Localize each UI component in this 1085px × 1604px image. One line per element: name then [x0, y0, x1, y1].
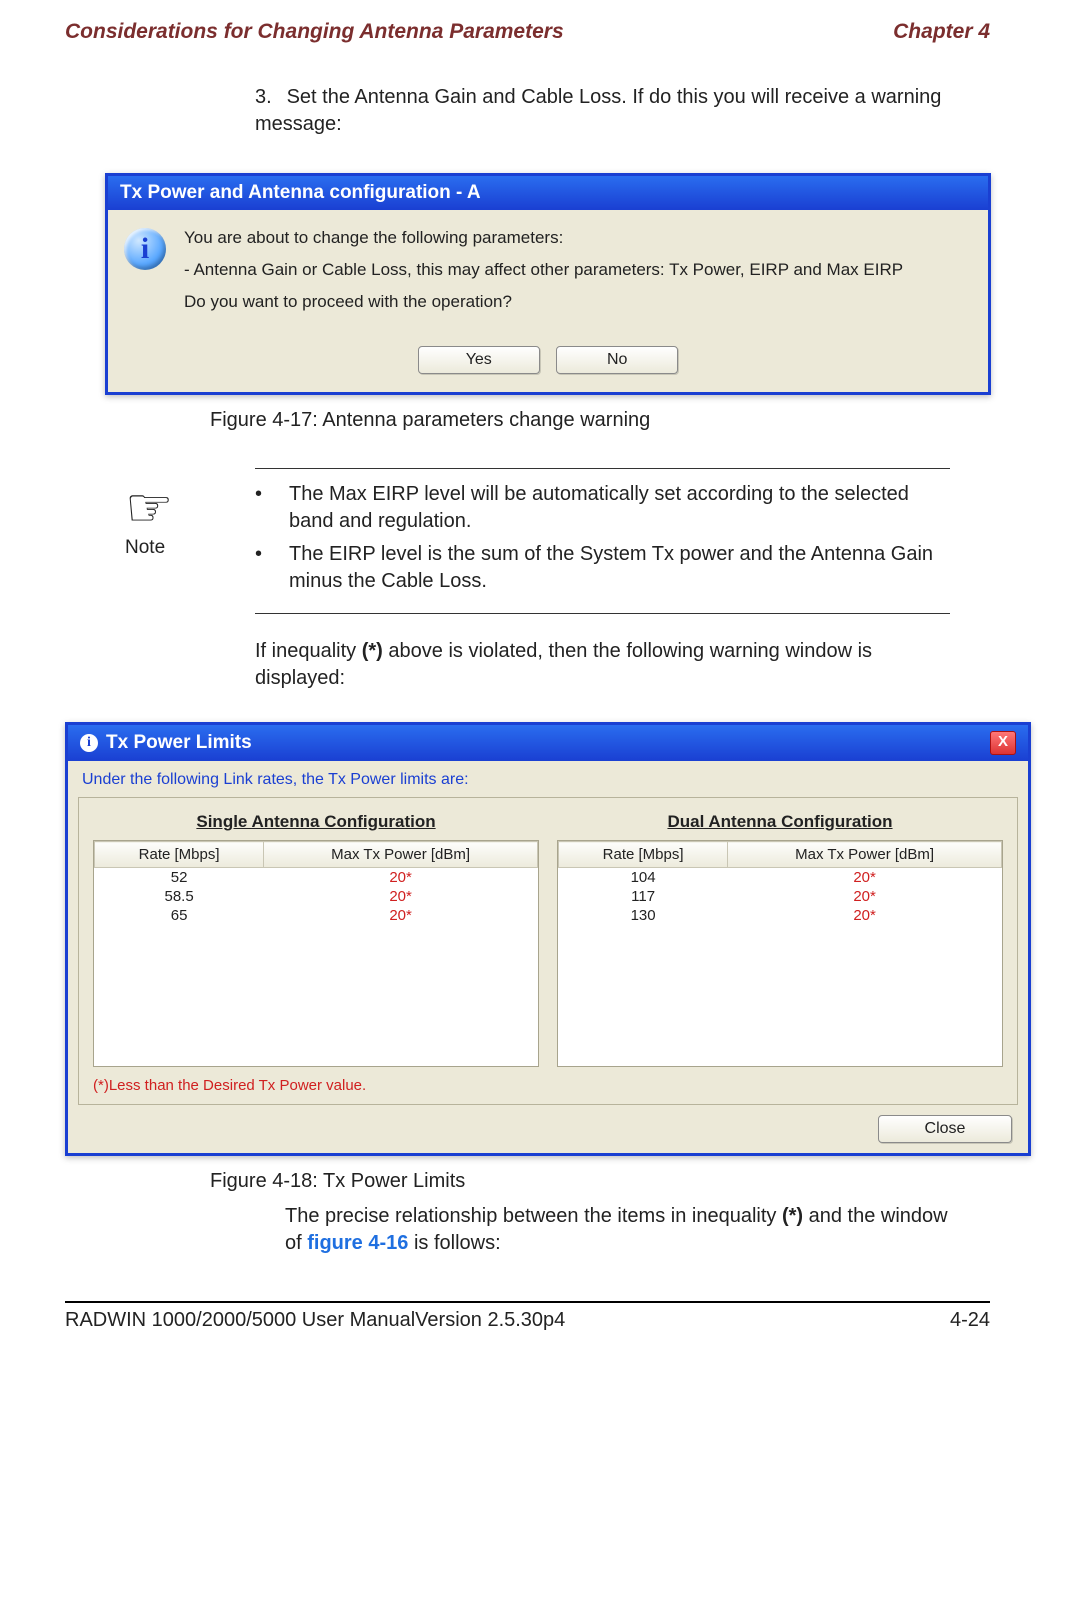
dialog2-title: Tx Power Limits	[106, 732, 252, 754]
single-config-title: Single Antenna Configuration	[93, 812, 539, 832]
close-button[interactable]: Close	[878, 1115, 1012, 1143]
col-power-header: Max Tx Power [dBm]	[264, 842, 538, 868]
footer-left: RADWIN 1000/2000/5000 User ManualVersion…	[65, 1309, 565, 1332]
dialog1-line1: You are about to change the following pa…	[184, 228, 903, 248]
note-item: • The EIRP level is the sum of the Syste…	[255, 541, 950, 595]
step-text: Set the Antenna Gain and Cable Loss. If …	[255, 86, 941, 135]
col-rate-header: Rate [Mbps]	[95, 842, 264, 868]
power-cell: 20*	[728, 906, 1002, 925]
dialog2-subhead: Under the following Link rates, the Tx P…	[82, 771, 1014, 789]
table-row: 130 20*	[559, 906, 1002, 925]
tx-power-limits-dialog: i Tx Power Limits X Under the following …	[65, 722, 1031, 1156]
dual-config-title: Dual Antenna Configuration	[557, 812, 1003, 832]
footer-right: 4-24	[950, 1309, 990, 1332]
after-note-paragraph: If inequality (*) above is violated, the…	[255, 638, 950, 692]
after-note-pre: If inequality	[255, 640, 362, 662]
col-power-header: Max Tx Power [dBm]	[728, 842, 1002, 868]
figure-4-17-caption: Figure 4-17: Antenna parameters change w…	[210, 409, 990, 432]
yes-button[interactable]: Yes	[418, 346, 540, 374]
para-pre: The precise relationship between the ite…	[285, 1205, 782, 1227]
table-row: 65 20*	[95, 906, 538, 925]
para-star: (*)	[782, 1205, 803, 1227]
table-row: 104 20*	[559, 868, 1002, 888]
para-post: is follows:	[408, 1232, 500, 1254]
power-cell: 20*	[728, 887, 1002, 906]
step-3: 3. Set the Antenna Gain and Cable Loss. …	[255, 84, 990, 138]
note-item-text: The Max EIRP level will be automatically…	[289, 481, 950, 535]
col-rate-header: Rate [Mbps]	[559, 842, 728, 868]
chapter-label: Chapter 4	[893, 20, 990, 44]
no-button[interactable]: No	[556, 346, 678, 374]
power-cell: 20*	[728, 868, 1002, 888]
info-icon: i	[80, 734, 98, 752]
rate-cell: 130	[559, 906, 728, 925]
rate-cell: 58.5	[95, 887, 264, 906]
dialog1-titlebar: Tx Power and Antenna configuration - A	[108, 176, 988, 210]
pointing-hand-icon: ☞	[125, 481, 255, 535]
section-title: Considerations for Changing Antenna Para…	[65, 20, 564, 44]
power-cell: 20*	[264, 887, 538, 906]
close-icon[interactable]: X	[990, 731, 1016, 755]
table-row: 117 20*	[559, 887, 1002, 906]
dialog1-line3: Do you want to proceed with the operatio…	[184, 292, 903, 312]
table-row: 58.5 20*	[95, 887, 538, 906]
rate-cell: 104	[559, 868, 728, 888]
rate-cell: 117	[559, 887, 728, 906]
note-item: • The Max EIRP level will be automatical…	[255, 481, 950, 535]
figure-4-16-link[interactable]: figure 4-16	[307, 1232, 408, 1254]
info-icon: i	[124, 228, 166, 270]
table-row: 52 20*	[95, 868, 538, 888]
power-cell: 20*	[264, 906, 538, 925]
figure-4-18-caption: Figure 4-18: Tx Power Limits	[210, 1170, 990, 1193]
note-item-text: The EIRP level is the sum of the System …	[289, 541, 950, 595]
note-block: ☞ Note • The Max EIRP level will be auto…	[125, 468, 950, 614]
after-note-star: (*)	[362, 640, 383, 662]
footnote: (*)Less than the Desired Tx Power value.	[93, 1077, 1003, 1094]
rate-cell: 65	[95, 906, 264, 925]
dialog1-line2: - Antenna Gain or Cable Loss, this may a…	[184, 260, 903, 280]
dual-config-table: Rate [Mbps] Max Tx Power [dBm] 104 20* 1…	[557, 840, 1003, 1067]
power-cell: 20*	[264, 868, 538, 888]
note-label: Note	[125, 537, 255, 559]
step-number: 3.	[255, 84, 281, 111]
rate-cell: 52	[95, 868, 264, 888]
antenna-change-dialog: Tx Power and Antenna configuration - A i…	[105, 173, 991, 395]
relationship-paragraph: The precise relationship between the ite…	[285, 1203, 950, 1257]
single-config-table: Rate [Mbps] Max Tx Power [dBm] 52 20* 58…	[93, 840, 539, 1067]
